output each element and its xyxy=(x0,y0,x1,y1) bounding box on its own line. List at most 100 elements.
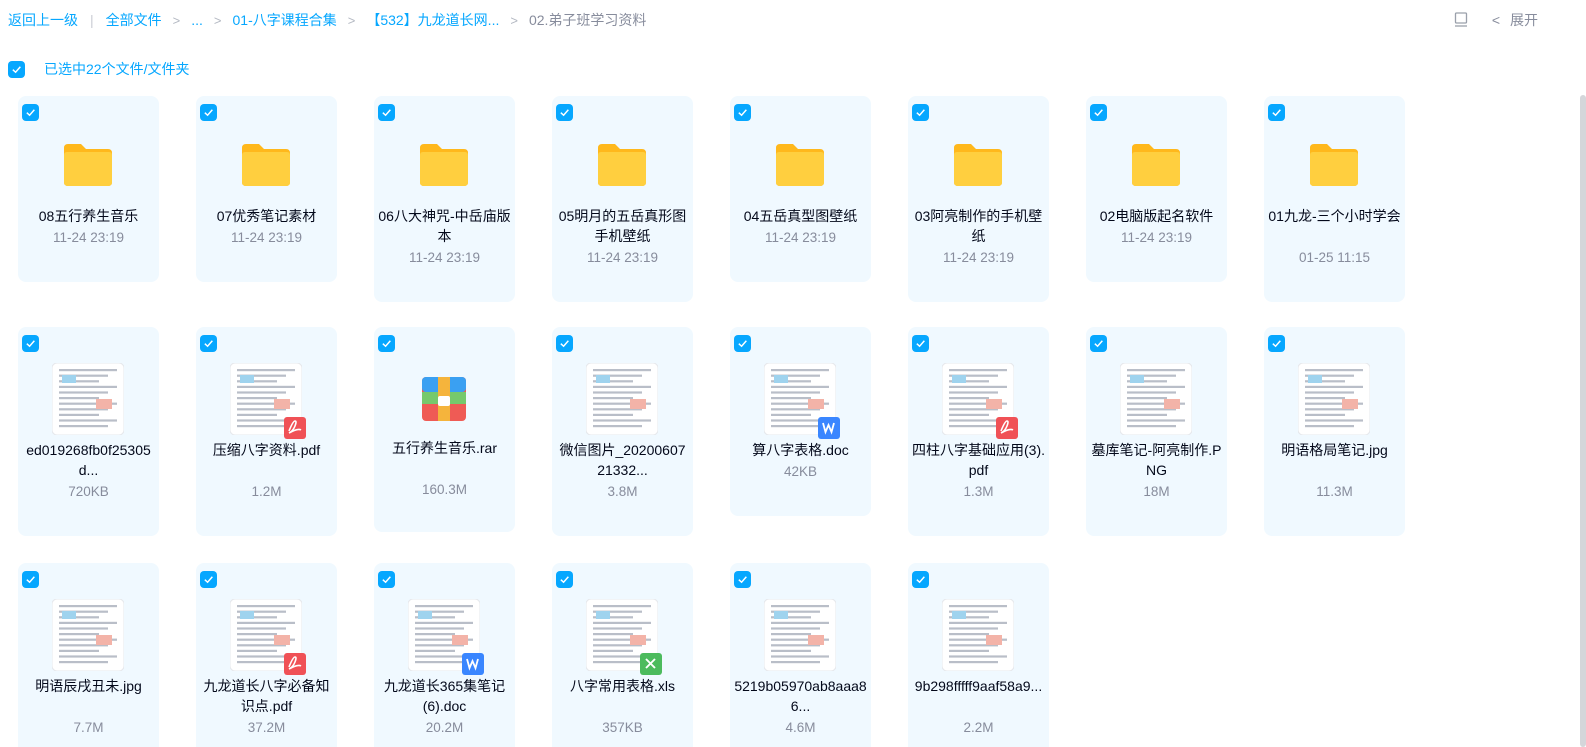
item-size: 4.6M xyxy=(785,720,816,735)
item-name: 四柱八字基础应用(3).pdf xyxy=(912,442,1045,478)
item-checkbox[interactable] xyxy=(22,104,39,121)
item-checkbox[interactable] xyxy=(912,571,929,588)
folder-item[interactable]: 04五岳真型图壁纸 11-24 23:19 xyxy=(730,96,871,282)
item-checkbox[interactable] xyxy=(912,335,929,352)
item-size: 3.8M xyxy=(607,484,638,499)
file-item[interactable]: 9b298fffff9aaf58a9... 2.2M xyxy=(908,563,1049,747)
item-checkbox[interactable] xyxy=(200,335,217,352)
item-checkbox[interactable] xyxy=(200,571,217,588)
scrollbar[interactable] xyxy=(1580,95,1586,747)
file-item[interactable]: 五行养生音乐.rar 160.3M xyxy=(374,327,515,532)
file-item[interactable]: 九龙道长365集笔记(6).doc 20.2M xyxy=(374,563,515,747)
folder-item[interactable]: 02电脑版起名软件 11-24 23:19 xyxy=(1086,96,1227,282)
folder-item[interactable]: 07优秀笔记素材 11-24 23:19 xyxy=(196,96,337,282)
item-checkbox[interactable] xyxy=(556,571,573,588)
toolbar: < 展开 xyxy=(1454,10,1538,30)
chevron-right-icon: > xyxy=(347,12,356,28)
detail-panel-icon[interactable] xyxy=(1454,12,1468,28)
file-item[interactable]: 5219b05970ab8aaa86... 4.6M xyxy=(730,563,871,747)
expand-button[interactable]: 展开 xyxy=(1510,10,1538,30)
file-item[interactable]: 九龙道长八字必备知识点.pdf 37.2M xyxy=(196,563,337,747)
folder-item[interactable]: 08五行养生音乐 11-24 23:19 xyxy=(18,96,159,282)
file-item[interactable]: ed019268fb0f25305d... 720KB xyxy=(18,327,159,536)
item-date: 11-24 23:19 xyxy=(586,250,659,265)
image-thumbnail xyxy=(52,599,124,671)
select-all-checkbox[interactable] xyxy=(8,60,25,78)
image-thumbnail xyxy=(764,599,836,671)
item-name: 03阿亮制作的手机壁纸 xyxy=(914,208,1043,244)
item-date: 11-24 23:19 xyxy=(230,230,303,245)
item-name: 明语辰戌丑未.jpg xyxy=(35,678,142,694)
item-checkbox[interactable] xyxy=(22,335,39,352)
item-name: 05明月的五岳真形图手机壁纸 xyxy=(558,208,687,244)
item-checkbox[interactable] xyxy=(1090,335,1107,352)
item-checkbox[interactable] xyxy=(378,571,395,588)
item-checkbox[interactable] xyxy=(378,104,395,121)
chevron-left-icon[interactable]: < xyxy=(1492,12,1500,28)
item-name: 微信图片_2020060721332... xyxy=(559,442,686,478)
folder-icon xyxy=(1120,129,1192,201)
chevron-right-icon: > xyxy=(213,12,222,28)
folder-item[interactable]: 06八大神咒-中岳庙版本 11-24 23:19 xyxy=(374,96,515,302)
item-name: 9b298fffff9aaf58a9... xyxy=(914,678,1043,694)
folder-item[interactable]: 05明月的五岳真形图手机壁纸 11-24 23:19 xyxy=(552,96,693,302)
item-checkbox[interactable] xyxy=(1268,335,1285,352)
item-checkbox[interactable] xyxy=(200,104,217,121)
file-item[interactable]: 微信图片_2020060721332... 3.8M xyxy=(552,327,693,536)
pdf-thumbnail xyxy=(230,363,306,439)
item-name: 07优秀笔记素材 xyxy=(216,208,317,224)
file-item[interactable]: 墓库笔记-阿亮制作.PNG 18M xyxy=(1086,327,1227,536)
file-item[interactable]: 明语辰戌丑未.jpg 7.7M xyxy=(18,563,159,747)
breadcrumb: 返回上一级 | 全部文件 > ... > 01-八字课程合集 > 【532】九龙… xyxy=(8,10,646,30)
item-size: 37.2M xyxy=(247,720,286,735)
item-checkbox[interactable] xyxy=(22,571,39,588)
crumb-all-files[interactable]: 全部文件 xyxy=(106,10,162,30)
back-link[interactable]: 返回上一级 xyxy=(8,10,78,30)
item-checkbox[interactable] xyxy=(1268,104,1285,121)
folder-icon xyxy=(230,129,302,201)
image-thumbnail xyxy=(52,363,124,435)
crumb-level2[interactable]: 【532】九龙道长网... xyxy=(366,10,499,30)
crumb-ellipsis[interactable]: ... xyxy=(191,12,203,28)
file-item[interactable]: 四柱八字基础应用(3).pdf 1.3M xyxy=(908,327,1049,536)
divider: | xyxy=(90,12,94,28)
image-thumbnail xyxy=(1298,363,1370,435)
item-name: 九龙道长八字必备知识点.pdf xyxy=(203,678,330,714)
file-item[interactable]: 算八字表格.doc 42KB xyxy=(730,327,871,516)
item-checkbox[interactable] xyxy=(556,104,573,121)
item-date: 11-24 23:19 xyxy=(1120,230,1193,245)
item-checkbox[interactable] xyxy=(734,335,751,352)
item-name: 01九龙-三个小时学会 xyxy=(1268,208,1401,224)
item-name: 5219b05970ab8aaa86... xyxy=(734,678,867,714)
folder-icon xyxy=(942,129,1014,201)
crumb-level1[interactable]: 01-八字课程合集 xyxy=(233,10,337,30)
item-size: 7.7M xyxy=(73,720,104,735)
item-size: 42KB xyxy=(783,464,818,479)
item-name: 06八大神咒-中岳庙版本 xyxy=(378,208,511,244)
file-item[interactable]: 压缩八字资料.pdf 1.2M xyxy=(196,327,337,536)
item-date: 11-24 23:19 xyxy=(764,230,837,245)
pdf-thumbnail xyxy=(230,599,306,675)
folder-icon xyxy=(408,129,480,201)
item-name: 九龙道长365集笔记(6).doc xyxy=(383,678,506,714)
xls-thumbnail xyxy=(586,599,662,675)
item-checkbox[interactable] xyxy=(912,104,929,121)
item-checkbox[interactable] xyxy=(734,104,751,121)
item-size: 1.2M xyxy=(251,484,282,499)
folder-item[interactable]: 03阿亮制作的手机壁纸 11-24 23:19 xyxy=(908,96,1049,302)
item-name: 五行养生音乐.rar xyxy=(392,440,497,456)
item-name: 压缩八字资料.pdf xyxy=(212,442,321,458)
folder-item[interactable]: 01九龙-三个小时学会 01-25 11:15 xyxy=(1264,96,1405,302)
file-item[interactable]: 八字常用表格.xls 357KB xyxy=(552,563,693,747)
file-item[interactable]: 明语格局笔记.jpg 11.3M xyxy=(1264,327,1405,536)
selection-summary: 已选中22个文件/文件夹 xyxy=(44,61,190,77)
item-checkbox[interactable] xyxy=(1090,104,1107,121)
item-name: ed019268fb0f25305d... xyxy=(26,442,151,478)
item-size: 357KB xyxy=(602,720,643,735)
item-name: 02电脑版起名软件 xyxy=(1099,208,1214,224)
item-checkbox[interactable] xyxy=(734,571,751,588)
item-checkbox[interactable] xyxy=(556,335,573,352)
select-all[interactable]: 已选中22个文件/文件夹 xyxy=(8,59,189,79)
chevron-right-icon: > xyxy=(172,12,181,28)
item-checkbox[interactable] xyxy=(378,335,395,352)
